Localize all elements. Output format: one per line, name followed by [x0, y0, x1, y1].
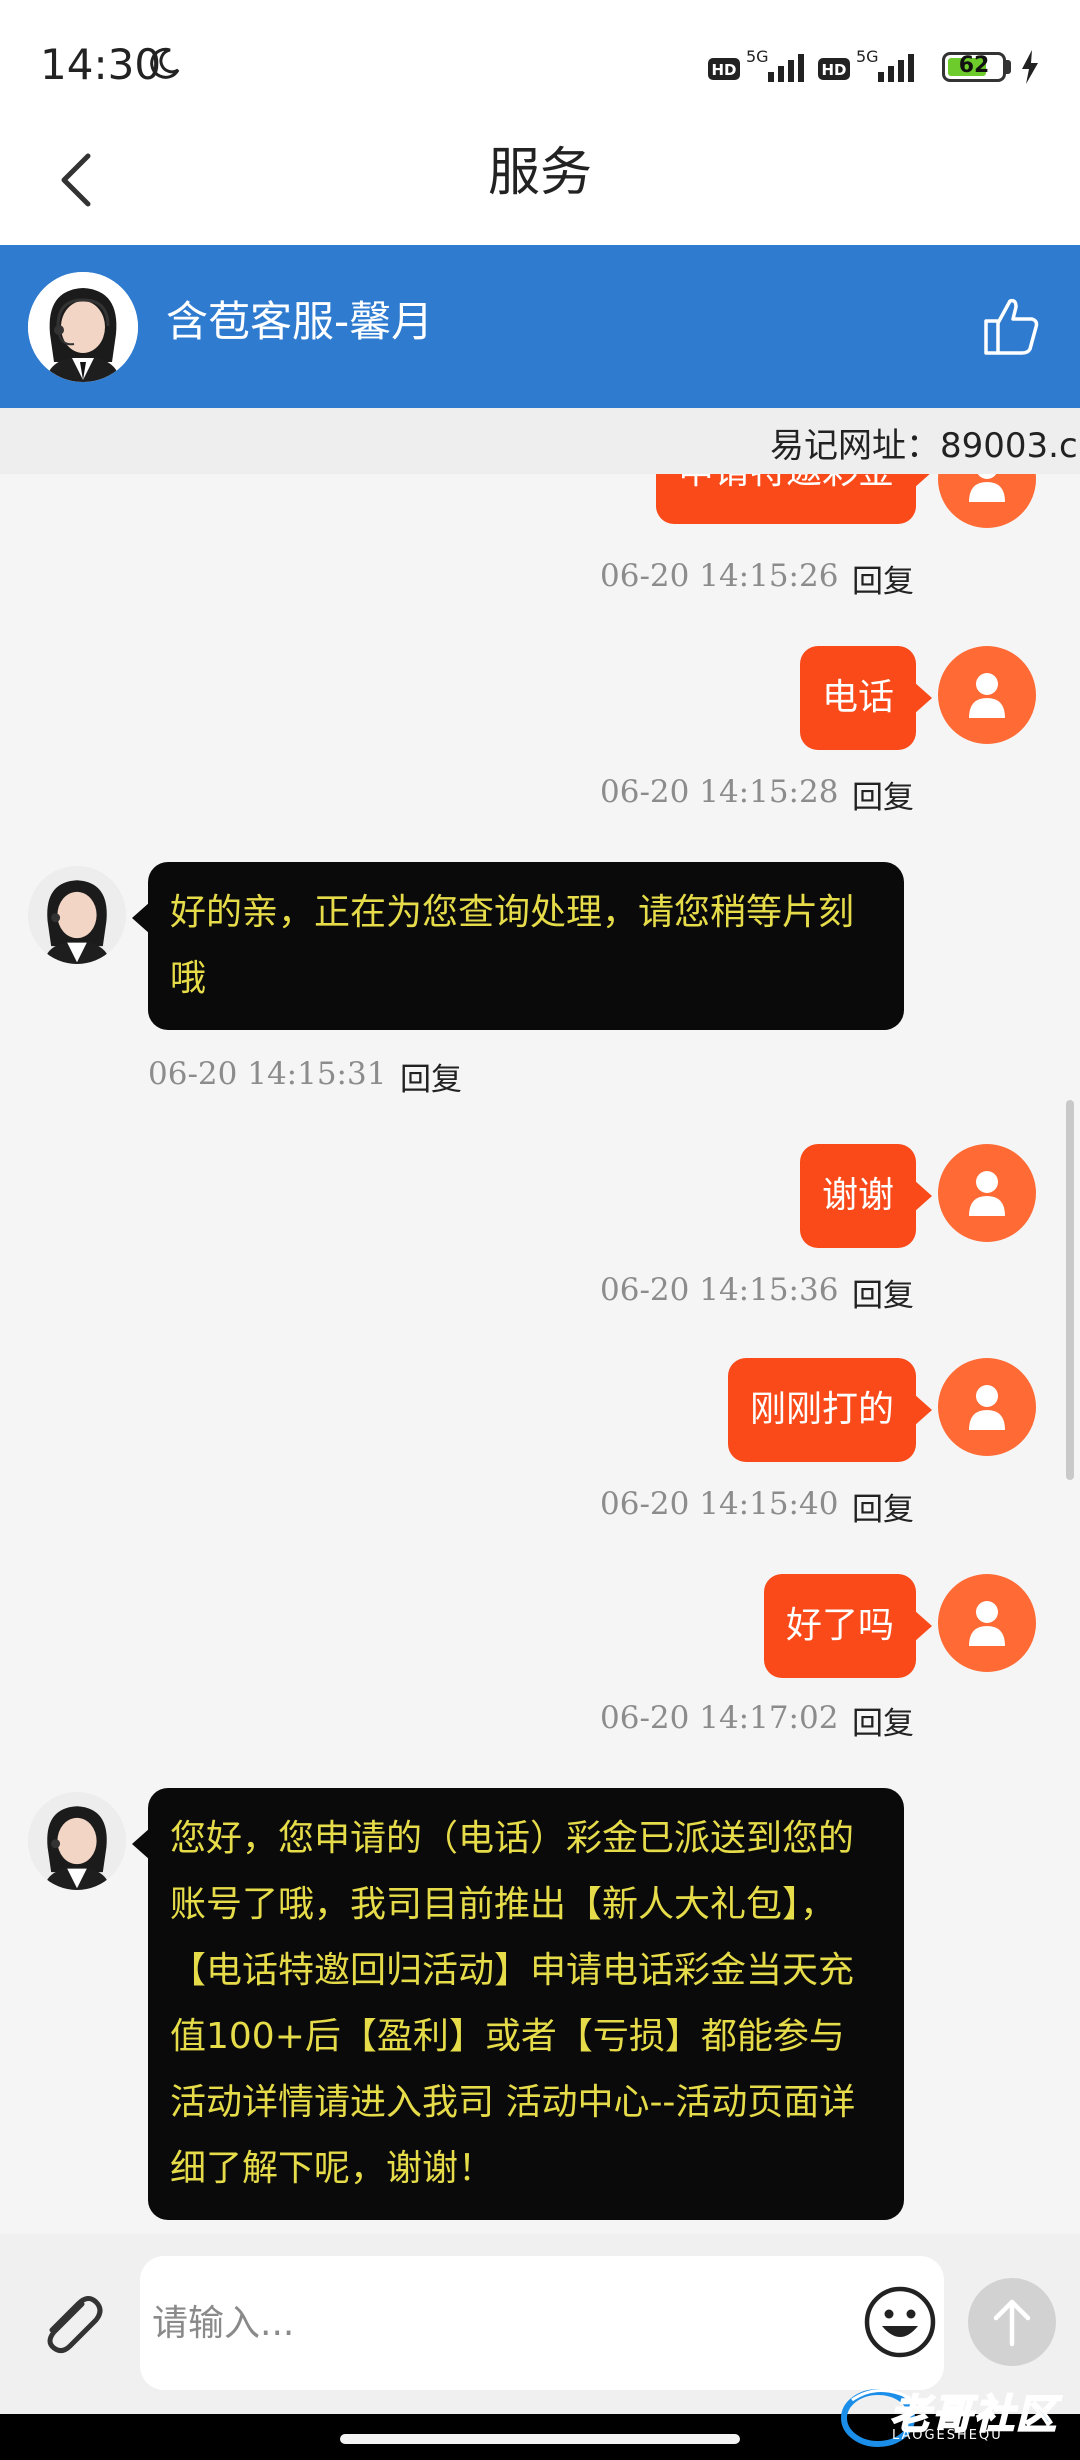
- watermark-subtext: LAOGESHEQU: [892, 2428, 1003, 2443]
- message-time: 06-20 14:15:26: [600, 558, 839, 594]
- agent-message-bubble[interactable]: 好的亲，正在为您查询处理，请您稍等片刻哦: [132, 862, 904, 1030]
- user-avatar: [938, 1144, 1036, 1242]
- user-message-bubble[interactable]: 好了吗: [763, 1574, 933, 1678]
- message-input[interactable]: [140, 2256, 944, 2390]
- svg-text:5G: 5G: [856, 48, 879, 66]
- reply-button[interactable]: 回复: [852, 772, 914, 817]
- user-message-bubble[interactable]: 刚刚打的: [727, 1358, 933, 1462]
- user-message-bubble[interactable]: 电话: [799, 646, 933, 750]
- user-avatar: [938, 1358, 1036, 1456]
- agent-name: 含苞客服-馨月: [166, 297, 434, 346]
- agent-avatar-small: [28, 866, 126, 964]
- message-time: 06-20 14:17:02: [600, 1700, 839, 1736]
- reply-button[interactable]: 回复: [400, 1054, 462, 1099]
- message-time: 06-20 14:15:28: [600, 774, 839, 810]
- message-time: 06-20 14:15:36: [600, 1272, 839, 1308]
- signal-icon-2: HD 5G: [818, 48, 914, 82]
- moon-icon: [150, 47, 180, 79]
- home-indicator[interactable]: [340, 2434, 740, 2444]
- agent-avatar-small: [28, 1792, 126, 1890]
- status-bar: 14:30 HD 5G HD 5G 62: [0, 0, 1080, 130]
- emoji-icon[interactable]: [862, 2284, 938, 2360]
- battery-icon: 62: [942, 52, 1006, 82]
- arrow-up-icon: [993, 2299, 1031, 2347]
- charging-icon: [1022, 50, 1038, 84]
- reply-button[interactable]: 回复: [852, 1270, 914, 1315]
- user-message-bubble[interactable]: 申请特邀彩金: [655, 474, 933, 524]
- message-time: 06-20 14:15:31: [148, 1056, 387, 1092]
- thumbs-up-icon[interactable]: [982, 295, 1040, 357]
- user-avatar: [938, 646, 1036, 744]
- reply-button[interactable]: 回复: [852, 556, 914, 601]
- scrollbar[interactable]: [1066, 1100, 1074, 1480]
- user-avatar: [938, 1574, 1036, 1672]
- page-title: 服务: [487, 143, 592, 203]
- reply-button[interactable]: 回复: [852, 1484, 914, 1529]
- chat-list[interactable]: 申请特邀彩金 06-20 14:15:26 回复 电话 06-20 14:15:…: [0, 474, 1080, 2234]
- status-time: 14:30: [40, 40, 162, 89]
- send-button[interactable]: [968, 2278, 1056, 2366]
- agent-header: [0, 245, 1080, 408]
- svg-text:HD: HD: [821, 61, 846, 79]
- battery-level: 62: [958, 53, 990, 78]
- reply-button[interactable]: 回复: [852, 1698, 914, 1743]
- user-message-bubble[interactable]: 谢谢: [799, 1144, 933, 1248]
- notice-text: 易记网址：89003.c: [770, 426, 1078, 466]
- user-avatar: [938, 474, 1036, 528]
- svg-text:HD: HD: [711, 61, 736, 79]
- signal-icon: HD 5G: [708, 48, 804, 82]
- agent-avatar[interactable]: [28, 272, 138, 382]
- svg-text:5G: 5G: [746, 48, 769, 66]
- agent-message-bubble[interactable]: 您好，您申请的（电话）彩金已派送到您的账号了哦，我司目前推出【新人大礼包】，【电…: [132, 1788, 904, 2220]
- attachment-icon[interactable]: [34, 2286, 110, 2362]
- notice-banner: 易记网址：89003.c: [0, 408, 1080, 474]
- message-time: 06-20 14:15:40: [600, 1486, 839, 1522]
